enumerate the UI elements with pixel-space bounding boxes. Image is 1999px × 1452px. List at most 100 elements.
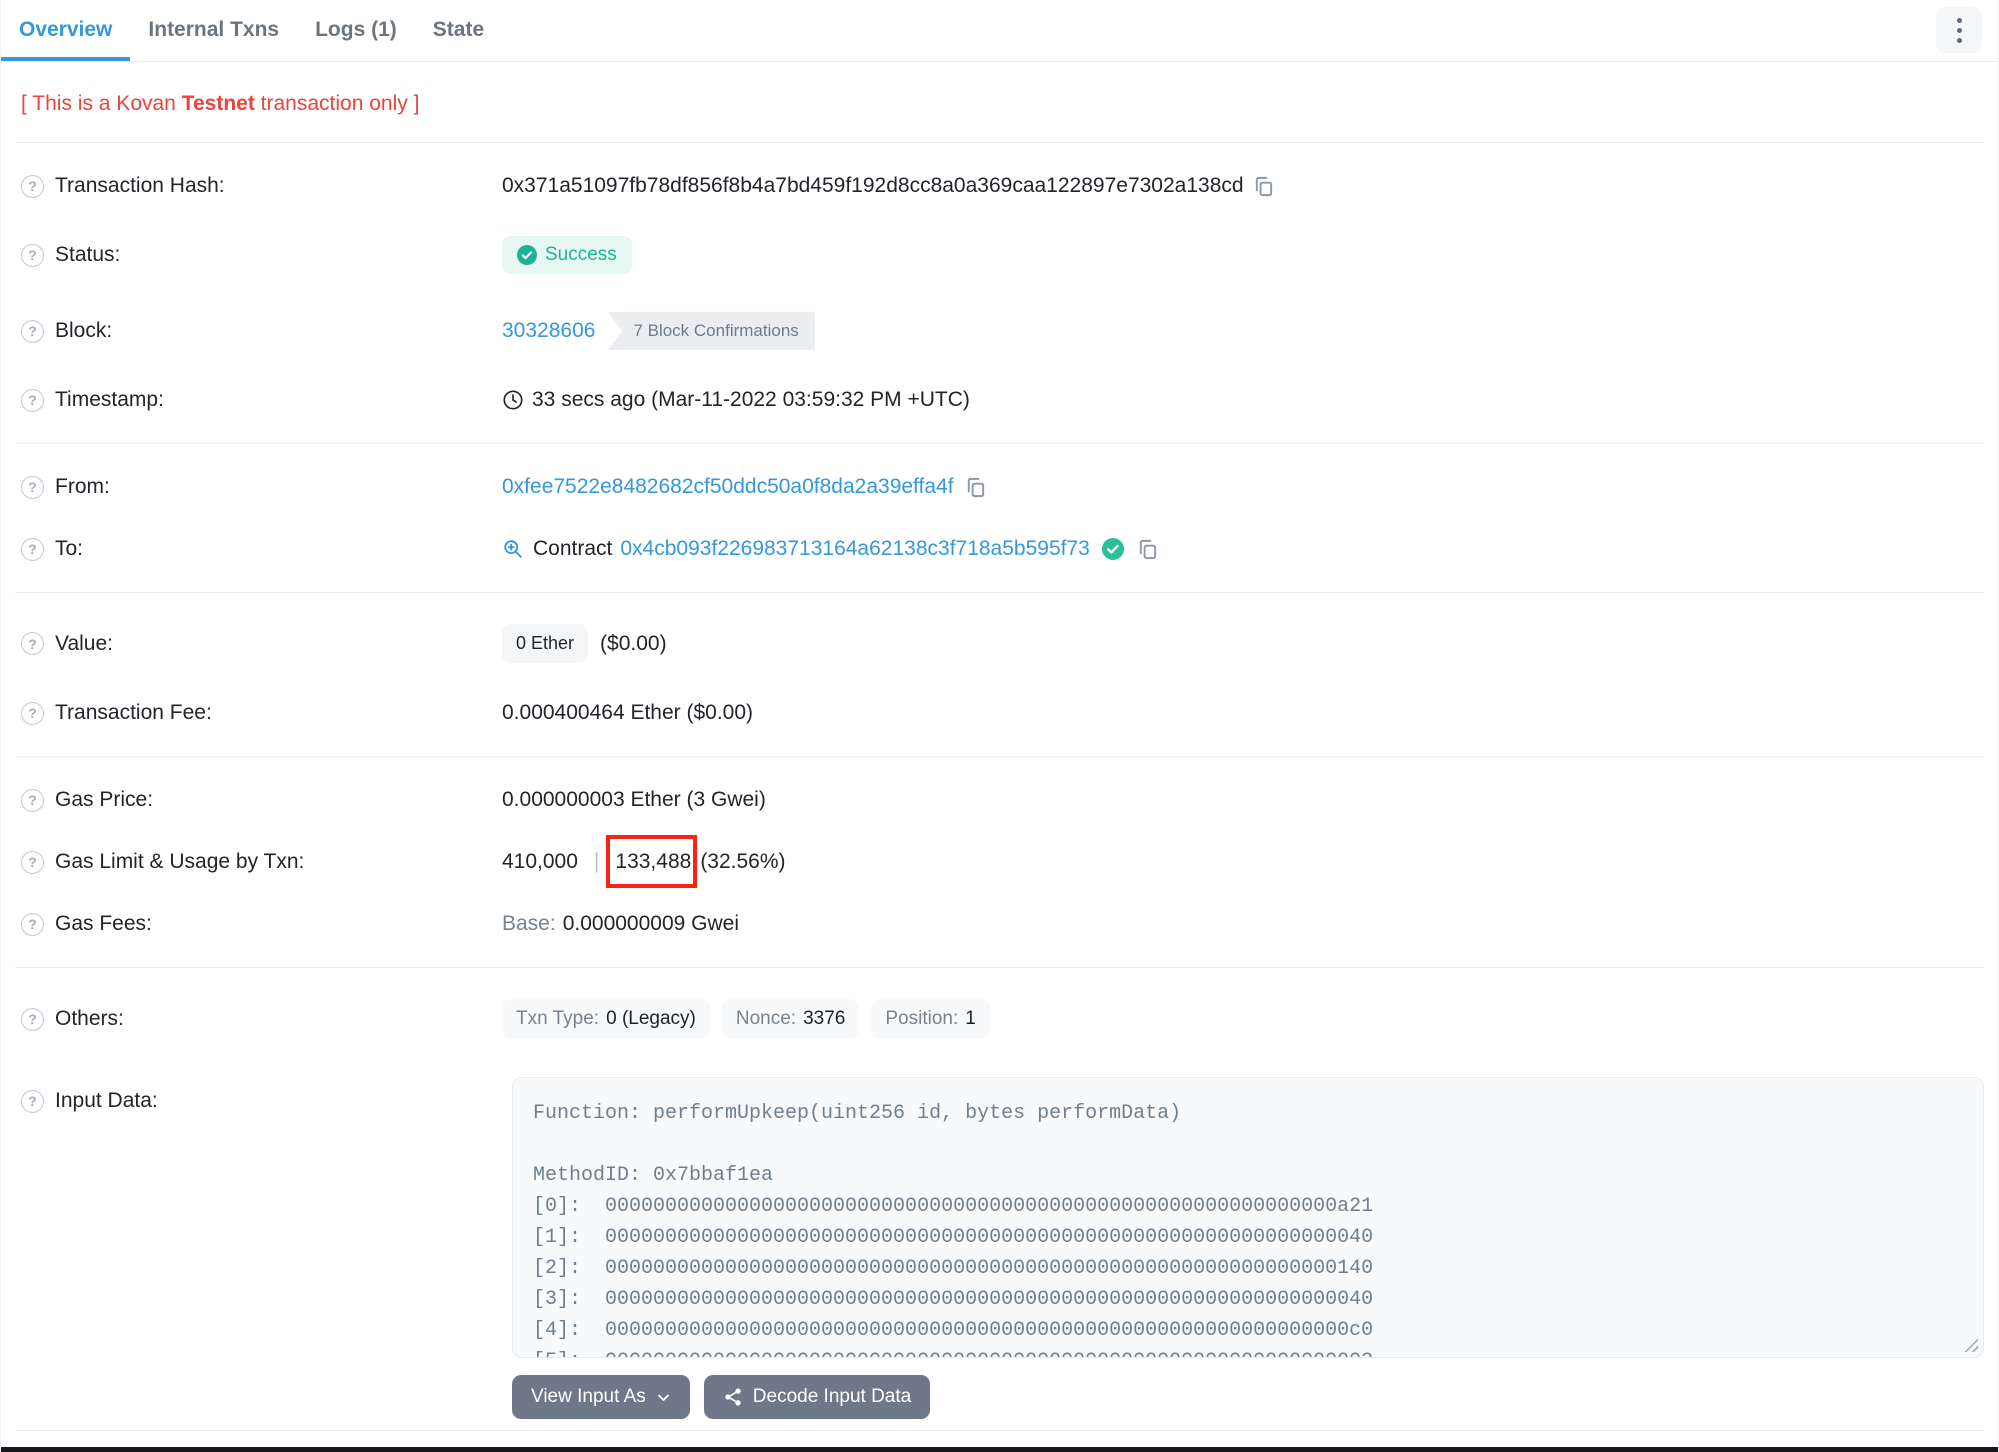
help-icon[interactable]: ? xyxy=(21,388,44,412)
txn-type-badge: Txn Type: 0 (Legacy) xyxy=(502,999,710,1039)
status-text: Success xyxy=(545,244,617,265)
value-usd: ($0.00) xyxy=(600,631,667,655)
timestamp-value: 33 secs ago (Mar-11-2022 03:59:32 PM +UT… xyxy=(532,388,970,411)
transaction-hash-value: 0x371a51097fb78df856f8b4a7bd459f192d8cc8… xyxy=(502,174,1244,197)
gas-used-value: 133,488 xyxy=(615,850,692,873)
row-input-data: ? Input Data: Function: performUpkeep(ui… xyxy=(15,1058,1984,1438)
tab-logs[interactable]: Logs (1) xyxy=(297,0,415,61)
help-icon[interactable]: ? xyxy=(21,701,44,725)
status-label: Status: xyxy=(55,243,121,266)
verified-contract-icon xyxy=(1101,538,1124,560)
row-transaction-hash: ? Transaction Hash: 0x371a51097fb78df856… xyxy=(15,155,1984,217)
testnet-notice: [ This is a Kovan Testnet transaction on… xyxy=(1,62,1998,142)
row-from: ? From: 0xfee7522e8482682cf50ddc50a0f8da… xyxy=(15,456,1984,518)
transaction-detail-page: Overview Internal Txns Logs (1) State [ … xyxy=(0,0,1999,1452)
input-data-text: Function: performUpkeep(uint256 id, byte… xyxy=(533,1102,1374,1357)
input-data-actions: View Input As Decode Input Data xyxy=(512,1375,1984,1419)
decode-icon xyxy=(725,1388,741,1406)
copy-icon xyxy=(1255,176,1272,196)
row-gas-fees: ? Gas Fees: Base: 0.000000009 Gwei xyxy=(15,893,1984,955)
help-icon[interactable]: ? xyxy=(21,788,44,812)
copy-icon xyxy=(1139,539,1156,559)
help-icon[interactable]: ? xyxy=(21,537,44,561)
help-icon[interactable]: ? xyxy=(21,174,44,198)
block-confirmations-badge: 7 Block Confirmations xyxy=(607,312,815,350)
value-label: Value: xyxy=(55,631,113,655)
transaction-hash-label: Transaction Hash: xyxy=(55,174,225,197)
resize-handle-icon[interactable] xyxy=(1964,1338,1978,1352)
tabs: Overview Internal Txns Logs (1) State xyxy=(1,0,502,61)
gas-used-percent: (32.56%) xyxy=(700,850,786,873)
to-label: To: xyxy=(55,537,84,560)
gas-fees-base-value: 0.000000009 Gwei xyxy=(562,912,740,935)
magnifier-plus-icon[interactable] xyxy=(502,538,524,560)
help-icon[interactable]: ? xyxy=(21,632,44,655)
help-icon[interactable]: ? xyxy=(21,912,44,936)
gas-limit-value: 410,000 xyxy=(502,850,578,873)
help-icon[interactable]: ? xyxy=(21,243,44,267)
gas-fees-base-label: Base: xyxy=(502,912,556,935)
bottom-divider xyxy=(15,1430,1984,1431)
nonce-key: Nonce: xyxy=(735,1008,797,1029)
position-value: 1 xyxy=(965,1008,976,1029)
row-block: ? Block: 30328606 7 Block Confirmations xyxy=(15,293,1984,369)
kebab-menu-button[interactable] xyxy=(1936,7,1982,53)
nonce-value: 3376 xyxy=(803,1008,846,1029)
section-value: ? Value: 0 Ether ($0.00) ? Transaction F… xyxy=(1,593,1998,756)
check-circle-icon xyxy=(517,245,537,265)
clock-icon xyxy=(503,390,523,410)
block-number-link[interactable]: 30328606 xyxy=(502,319,595,343)
gas-separator: | xyxy=(593,850,600,873)
to-address-link[interactable]: 0x4cb093f226983713164a62138c3f718a5b595f… xyxy=(620,537,1089,561)
copy-from-address-button[interactable] xyxy=(964,476,987,499)
transaction-fee-label: Transaction Fee: xyxy=(55,701,212,724)
row-to: ? To: Contract 0x4cb093f226983713164a621… xyxy=(15,518,1984,580)
row-status: ? Status: Success xyxy=(15,217,1984,293)
view-input-as-button[interactable]: View Input As xyxy=(512,1375,690,1419)
help-icon[interactable]: ? xyxy=(21,319,44,343)
section-summary: ? Transaction Hash: 0x371a51097fb78df856… xyxy=(1,143,1998,443)
help-icon[interactable]: ? xyxy=(21,1007,44,1031)
others-label: Others: xyxy=(55,1007,124,1030)
row-timestamp: ? Timestamp: 33 secs ago (Mar-11-2022 03… xyxy=(15,369,1984,431)
value-amount-badge: 0 Ether xyxy=(502,624,589,663)
transaction-fee-value: 0.000400464 Ether ($0.00) xyxy=(502,701,754,724)
nonce-badge: Nonce: 3376 xyxy=(721,999,860,1039)
kebab-icon xyxy=(1956,17,1962,23)
copy-hash-button[interactable] xyxy=(1252,175,1275,198)
gas-fees-label: Gas Fees: xyxy=(55,912,152,935)
tab-state[interactable]: State xyxy=(415,0,502,61)
contract-word: Contract xyxy=(533,537,613,560)
view-input-as-label: View Input As xyxy=(531,1386,646,1407)
timestamp-label: Timestamp: xyxy=(55,388,164,411)
section-other: ? Others: Txn Type: 0 (Legacy) Nonce: 33… xyxy=(1,968,1998,1450)
notice-bold: Testnet xyxy=(181,92,255,115)
tab-internal-txns[interactable]: Internal Txns xyxy=(130,0,297,61)
from-address-link[interactable]: 0xfee7522e8482682cf50ddc50a0f8da2a39effa… xyxy=(502,475,954,499)
row-transaction-fee: ? Transaction Fee: 0.000400464 Ether ($0… xyxy=(15,682,1984,744)
gas-price-value: 0.000000003 Ether (3 Gwei) xyxy=(502,788,766,811)
tab-bar: Overview Internal Txns Logs (1) State xyxy=(1,0,1998,62)
copy-to-address-button[interactable] xyxy=(1136,538,1159,561)
block-label: Block: xyxy=(55,319,113,342)
decode-input-data-button[interactable]: Decode Input Data xyxy=(703,1375,931,1419)
input-data-label: Input Data: xyxy=(55,1089,158,1112)
position-key: Position: xyxy=(885,1008,959,1029)
gas-price-label: Gas Price: xyxy=(55,788,154,811)
gas-limit-usage-label: Gas Limit & Usage by Txn: xyxy=(55,850,305,873)
notice-prefix: [ This is a Kovan xyxy=(21,92,182,115)
section-addresses: ? From: 0xfee7522e8482682cf50ddc50a0f8da… xyxy=(1,444,1998,592)
input-data-box[interactable]: Function: performUpkeep(uint256 id, byte… xyxy=(512,1077,1984,1358)
help-icon[interactable]: ? xyxy=(21,850,44,874)
decode-input-data-label: Decode Input Data xyxy=(752,1386,912,1407)
window-bottom-bar xyxy=(1,1447,1998,1452)
row-gas-limit-usage: ? Gas Limit & Usage by Txn: 410,000 | 13… xyxy=(15,831,1984,893)
tab-overview[interactable]: Overview xyxy=(1,0,131,61)
row-others: ? Others: Txn Type: 0 (Legacy) Nonce: 33… xyxy=(15,980,1984,1058)
help-icon[interactable]: ? xyxy=(21,1089,44,1113)
notice-suffix: transaction only ] xyxy=(254,92,420,115)
row-value: ? Value: 0 Ether ($0.00) xyxy=(15,605,1984,682)
position-badge: Position: 1 xyxy=(871,999,990,1039)
help-icon[interactable]: ? xyxy=(21,475,44,499)
row-gas-price: ? Gas Price: 0.000000003 Ether (3 Gwei) xyxy=(15,769,1984,831)
